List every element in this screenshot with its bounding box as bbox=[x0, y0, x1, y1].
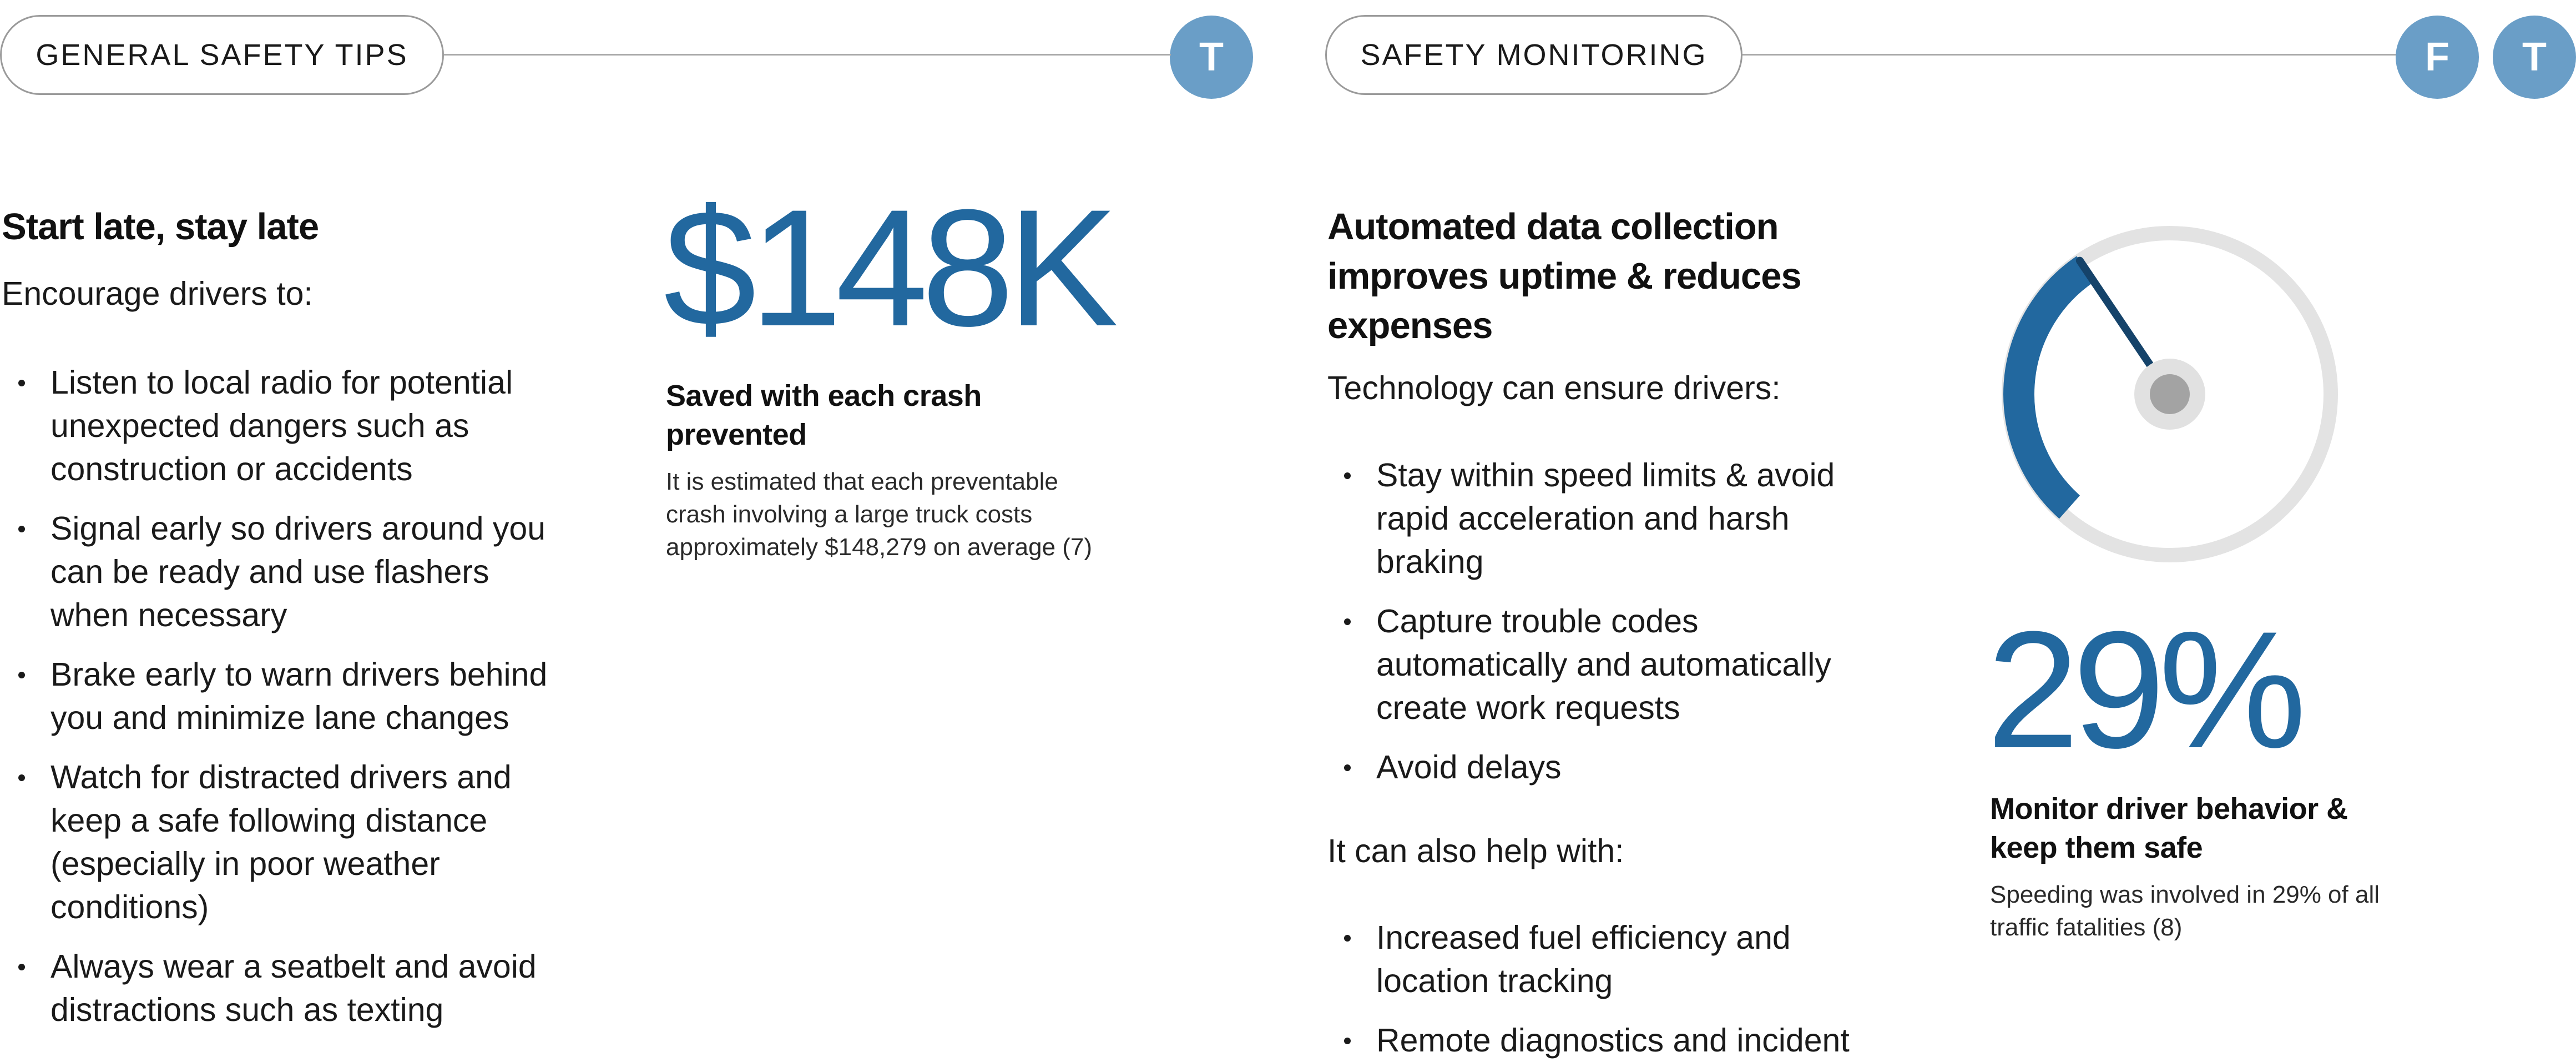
list-item: Brake early to warn drivers behind you a… bbox=[2, 653, 557, 739]
stat-description: Speeding was involved in 29% of all traf… bbox=[1990, 881, 2380, 941]
safety-tips-list: Listen to local radio for potential unex… bbox=[2, 361, 557, 1031]
section-label-safety-monitoring: SAFETY MONITORING bbox=[1325, 15, 1742, 95]
section-label-general-safety-tips: GENERAL SAFETY TIPS bbox=[0, 15, 444, 95]
badge-t: T bbox=[1170, 16, 1253, 99]
list-item: Listen to local radio for potential unex… bbox=[2, 361, 557, 491]
gauge-needle bbox=[2075, 256, 2155, 371]
section-label-text: GENERAL SAFETY TIPS bbox=[36, 38, 408, 72]
list-item: Remote diagnostics and incident bbox=[1327, 1019, 1860, 1062]
section-intro-secondary: It can also help with: bbox=[1327, 833, 1624, 869]
section-intro: Technology can ensure drivers: bbox=[1327, 370, 1781, 406]
stat-value: $148K bbox=[664, 174, 1118, 361]
header-rule bbox=[610, 54, 1171, 56]
gauge-hub bbox=[2150, 374, 2190, 414]
list-item: Avoid delays bbox=[1327, 746, 1860, 789]
list-item: Increased fuel efficiency and location t… bbox=[1327, 916, 1860, 1003]
badge-f: F bbox=[2396, 16, 2479, 99]
speed-gauge bbox=[2002, 226, 2338, 562]
list-item: Always wear a seatbelt and avoid distrac… bbox=[2, 945, 557, 1031]
stat-value: 29% bbox=[1987, 596, 2306, 783]
stat-title: Monitor driver behavior & keep them safe bbox=[1990, 792, 2348, 864]
list-item: Signal early so drivers around you can b… bbox=[2, 507, 557, 637]
section-label-text: SAFETY MONITORING bbox=[1360, 38, 1708, 72]
additional-benefits-list: Increased fuel efficiency and location t… bbox=[1327, 916, 1860, 1062]
list-item: Watch for distracted drivers and keep a … bbox=[2, 756, 557, 929]
header-rule bbox=[1742, 54, 2397, 56]
header-rule bbox=[444, 54, 616, 56]
section-intro: Encourage drivers to: bbox=[2, 275, 313, 312]
stat-description: It is estimated that each preventable cr… bbox=[666, 468, 1093, 561]
list-item: Capture trouble codes automatically and … bbox=[1327, 600, 1860, 729]
list-item: Stay within speed limits & avoid rapid a… bbox=[1327, 454, 1860, 583]
technology-benefits-list: Stay within speed limits & avoid rapid a… bbox=[1327, 454, 1860, 789]
section-heading: Automated data collection improves uptim… bbox=[1327, 206, 1802, 346]
section-heading: Start late, stay late bbox=[2, 206, 319, 248]
badge-t: T bbox=[2493, 16, 2576, 99]
stat-title: Saved with each crash prevented bbox=[666, 379, 982, 451]
